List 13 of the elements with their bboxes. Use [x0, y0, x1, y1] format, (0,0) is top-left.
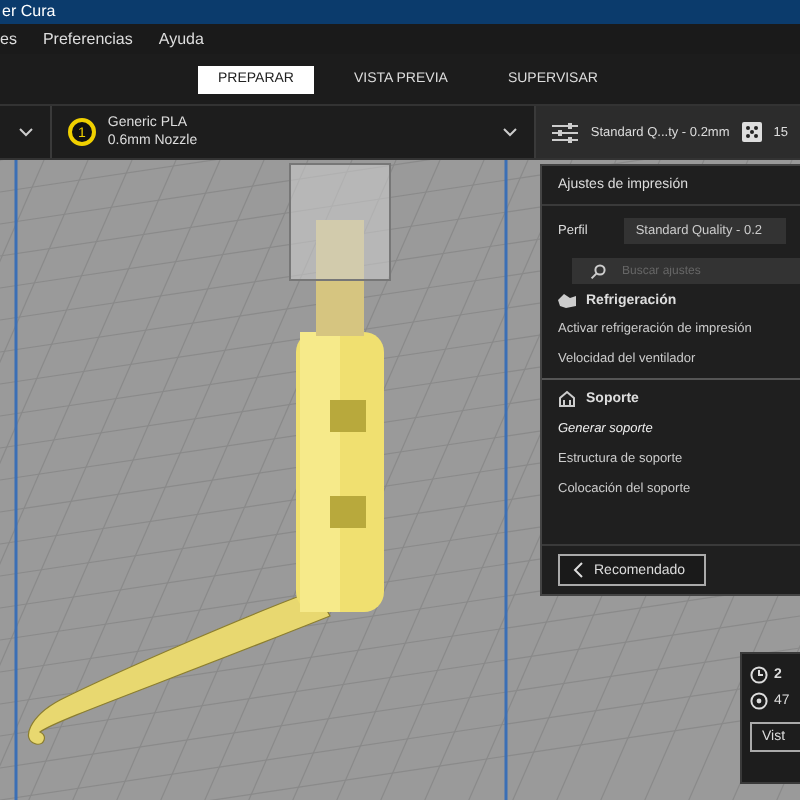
chevron-left-icon [572, 562, 584, 578]
menu-item[interactable]: Preferencias [42, 30, 133, 48]
chevron-down-icon [502, 124, 519, 140]
sliders-icon [552, 121, 579, 143]
window-title: er Cura [0, 0, 800, 24]
chevron-down-icon [17, 124, 34, 140]
menu-item[interactable]: Ayuda [158, 30, 204, 48]
support-grid-icon [741, 122, 762, 142]
clock-icon [750, 666, 768, 684]
search-icon [590, 264, 606, 280]
menu-item[interactable]: es [0, 30, 17, 48]
spool-icon [750, 692, 768, 710]
support-icon [558, 390, 576, 408]
